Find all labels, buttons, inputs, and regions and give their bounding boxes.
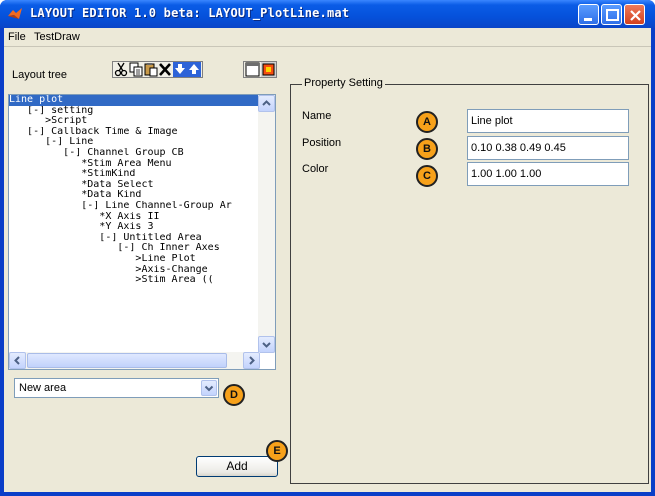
scroll-right-button[interactable] xyxy=(243,352,260,369)
tree-item[interactable]: *Y Axis 3 xyxy=(9,222,259,233)
callout-badge-b: B xyxy=(416,138,438,160)
area-select-dropdown-button[interactable] xyxy=(201,380,217,396)
layout-tree[interactable]: Line plot [-] setting >Script [-] Callba… xyxy=(8,94,276,370)
tree-item[interactable]: *Stim Area Menu xyxy=(9,159,259,170)
menu-testdraw[interactable]: TestDraw xyxy=(34,31,80,43)
matlab-icon xyxy=(8,8,22,19)
tree-edit-toolbar xyxy=(112,61,187,78)
tree-item[interactable]: >Stim Area (( xyxy=(9,275,259,286)
callout-badge-e: E xyxy=(266,440,288,462)
callout-badge-a: A xyxy=(416,111,438,133)
delete-icon[interactable] xyxy=(158,62,172,77)
minimize-button[interactable] xyxy=(578,4,599,25)
tree-item[interactable]: [-] Line Channel-Group Ar xyxy=(9,201,259,212)
title-bar[interactable]: LAYOUT EDITOR 1.0 beta: LAYOUT_PlotLine.… xyxy=(0,0,655,28)
chevron-up-icon xyxy=(262,100,271,106)
callout-badge-d: D xyxy=(223,384,245,406)
maximize-icon xyxy=(606,9,619,21)
name-field[interactable]: Line plot xyxy=(467,109,629,133)
position-field[interactable]: 0.10 0.38 0.49 0.45 xyxy=(467,136,629,160)
chevron-left-icon xyxy=(14,356,20,365)
tree-item[interactable]: *X Axis II xyxy=(9,212,259,223)
tree-item[interactable]: >Axis-Change xyxy=(9,265,259,276)
tree-item[interactable]: [-] setting xyxy=(9,106,259,117)
minimize-icon xyxy=(584,18,592,21)
move-down-icon[interactable] xyxy=(173,62,187,77)
scroll-thumb[interactable] xyxy=(27,353,227,368)
tree-item[interactable]: [-] Channel Group CB xyxy=(9,148,259,159)
scroll-down-button[interactable] xyxy=(258,336,275,353)
callout-badge-c: C xyxy=(416,165,438,187)
tree-item[interactable]: *StimKind xyxy=(9,169,259,180)
area-select-value: New area xyxy=(19,382,67,394)
position-label: Position xyxy=(302,137,342,149)
tree-item[interactable]: *Data Select xyxy=(9,180,259,191)
window-title: LAYOUT EDITOR 1.0 beta: LAYOUT_PlotLine.… xyxy=(30,6,350,20)
cut-icon[interactable] xyxy=(114,62,128,77)
color-figure-icon[interactable] xyxy=(261,62,276,77)
move-up-icon[interactable] xyxy=(187,62,201,77)
name-label: Name xyxy=(302,110,332,122)
tree-item-selected[interactable]: Line plot xyxy=(9,95,259,106)
tree-item[interactable]: *Data Kind xyxy=(9,190,259,201)
figure-toolbar xyxy=(243,61,277,78)
property-setting-title: Property Setting xyxy=(302,77,385,89)
tree-item[interactable]: [-] Callback Time & Image xyxy=(9,127,259,138)
scroll-up-button[interactable] xyxy=(258,95,275,112)
copy-icon[interactable] xyxy=(129,62,143,77)
new-figure-icon[interactable] xyxy=(245,62,260,77)
maximize-button[interactable] xyxy=(601,4,622,25)
color-field[interactable]: 1.00 1.00 1.00 xyxy=(467,162,629,186)
paste-icon[interactable] xyxy=(144,62,158,77)
tree-item[interactable]: [-] Ch Inner Axes xyxy=(9,243,259,254)
chevron-right-icon xyxy=(249,356,255,365)
color-label: Color xyxy=(302,163,329,175)
tree-item[interactable]: [-] Line xyxy=(9,137,259,148)
tree-item[interactable]: >Line Plot xyxy=(9,254,259,265)
close-icon xyxy=(630,10,641,21)
tree-content: Line plot [-] setting >Script [-] Callba… xyxy=(9,95,259,353)
menu-bar: File TestDraw xyxy=(4,28,651,47)
move-up-group xyxy=(187,61,203,78)
area-select[interactable]: New area xyxy=(14,378,219,398)
tree-vertical-scrollbar[interactable] xyxy=(258,95,275,353)
scroll-left-button[interactable] xyxy=(9,352,26,369)
tree-item[interactable]: [-] Untitled Area xyxy=(9,233,259,244)
chevron-down-icon xyxy=(262,342,271,348)
close-button[interactable] xyxy=(624,4,645,25)
layout-tree-label: Layout tree xyxy=(12,69,68,81)
add-button[interactable]: Add xyxy=(196,456,278,477)
chevron-down-icon xyxy=(204,385,214,392)
menu-file[interactable]: File xyxy=(8,31,26,43)
tree-horizontal-scrollbar[interactable] xyxy=(9,352,260,369)
tree-item[interactable]: >Script xyxy=(9,116,259,127)
